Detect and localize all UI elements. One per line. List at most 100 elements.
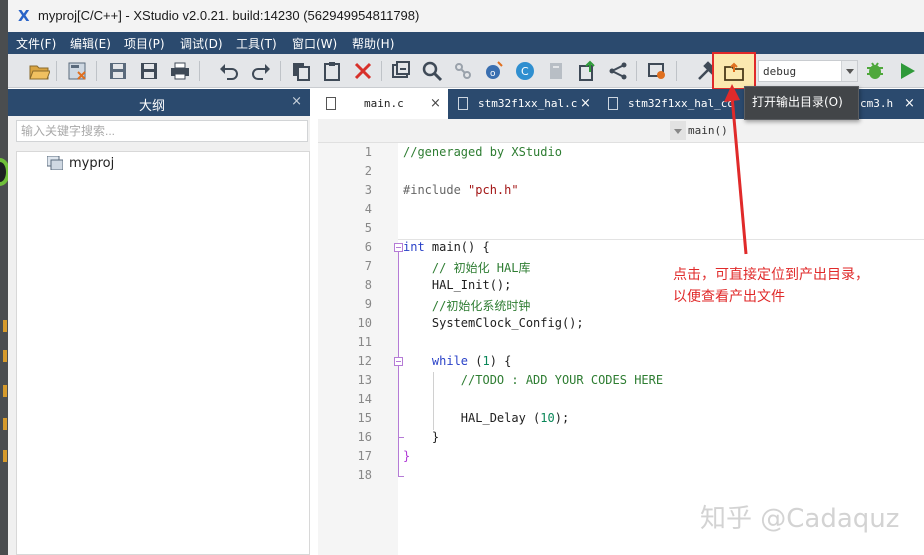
tooltip: 打开输出目录(O) (744, 86, 859, 120)
menu-tools[interactable]: 工具(T) (236, 35, 277, 52)
export-icon[interactable] (576, 60, 598, 82)
settings-icon[interactable] (646, 60, 668, 82)
delete-icon[interactable] (352, 60, 374, 82)
outline-panel: 大纲 × myproj (8, 89, 310, 555)
toolbar-separator (381, 61, 382, 81)
file-icon (326, 97, 336, 110)
line-number: 12 (357, 354, 372, 368)
toolbar-separator (280, 61, 281, 81)
fold-toggle-main[interactable] (394, 243, 403, 252)
undo-icon[interactable] (218, 60, 240, 82)
menu-file[interactable]: 文件(F) (16, 35, 56, 52)
fold-toggle-while[interactable] (394, 357, 403, 366)
menu-help[interactable]: 帮助(H) (352, 35, 394, 52)
open-folder-icon[interactable] (28, 60, 51, 82)
outline-search-field (16, 120, 308, 142)
code-editor[interactable]: 1 2 3 4 5 6 7 8 9 10 11 12 13 14 15 16 1… (318, 143, 924, 555)
menu-bar: 文件(F) 编辑(E) 项目(P) 调试(D) 工具(T) 窗口(W) 帮助(H… (8, 32, 924, 54)
line-number: 1 (364, 145, 372, 159)
tab-label: stm32f1xx_hal.c (478, 97, 578, 110)
code-line: HAL_Delay (10); (403, 411, 570, 425)
close-project-icon[interactable] (66, 60, 88, 82)
background-mark (3, 418, 7, 430)
code-line: //TODO : ADD YOUR CODES HERE (403, 373, 664, 387)
link-icon[interactable] (452, 60, 474, 82)
tree-item-label: myproj (69, 156, 115, 171)
menu-window[interactable]: 窗口(W) (292, 35, 337, 52)
annotation-text: 点击，可直接定位到产出目录， 以便查看产出文件 (673, 264, 903, 308)
menu-project[interactable]: 项目(P) (124, 35, 165, 52)
svg-text:o: o (490, 69, 496, 79)
tab-label: cm3.h (860, 97, 894, 110)
watermark: 知乎 @Cadaquz (700, 504, 900, 534)
code-line: int main() { (403, 240, 490, 254)
outline-header: 大纲 × (8, 89, 310, 116)
code-line: SystemClock_Config(); (403, 316, 584, 330)
chevron-down-icon[interactable] (670, 121, 686, 140)
save-all-icon[interactable] (138, 60, 160, 82)
code-line: } (403, 449, 411, 463)
line-number: 16 (357, 430, 372, 444)
tab-label: main.c (364, 97, 404, 110)
chevron-down-icon[interactable] (841, 61, 857, 81)
outline-tree: myproj (16, 151, 310, 555)
code-line: //初始化系统时钟 (403, 299, 531, 313)
function-selector-bar: main() (318, 119, 924, 143)
background-mark (3, 385, 7, 397)
tab-close-button[interactable]: × (430, 96, 441, 111)
fold-end-marker (398, 476, 404, 477)
line-number: 8 (364, 278, 372, 292)
file-icon (608, 97, 618, 110)
debug-bug-icon[interactable] (864, 60, 886, 82)
code-line: // 初始化 HAL库 (403, 261, 531, 275)
document-icon[interactable] (545, 60, 567, 82)
build-config-select[interactable]: debug (758, 60, 858, 82)
run-icon[interactable] (896, 60, 918, 82)
window-title: myproj[C/C++] - XStudio v2.0.21. build:1… (38, 8, 420, 23)
toolbar-separator (96, 61, 97, 81)
line-number: 7 (364, 259, 372, 273)
save-icon[interactable] (107, 60, 129, 82)
outline-close-button[interactable]: × (291, 94, 302, 109)
outline-title: 大纲 (139, 99, 166, 114)
outline-search-input[interactable] (17, 121, 307, 141)
build-config-value: debug (763, 65, 797, 78)
refresh-icon[interactable] (390, 60, 412, 82)
tab-main-c[interactable]: main.c × (318, 89, 448, 119)
menu-edit[interactable]: 编辑(E) (70, 35, 111, 52)
tab-core-cm3-h[interactable]: cm3.h × (848, 89, 924, 119)
line-number: 13 (357, 373, 372, 387)
line-number: 3 (364, 183, 372, 197)
annotation-arrow (724, 84, 748, 255)
line-number: 6 (364, 240, 372, 254)
redo-icon[interactable] (250, 60, 272, 82)
print-icon[interactable] (169, 60, 191, 82)
line-number: 15 (357, 411, 372, 425)
paste-icon[interactable] (321, 60, 343, 82)
tooltip-text: 打开输出目录(O) (752, 95, 843, 109)
share-icon[interactable] (607, 60, 629, 82)
code-line: //generaged by XStudio (403, 145, 562, 159)
annotation-line: 点击，可直接定位到产出目录， (673, 267, 869, 283)
tab-close-button[interactable]: × (904, 96, 915, 111)
line-number: 9 (364, 297, 372, 311)
copy-icon[interactable] (290, 60, 312, 82)
menu-debug[interactable]: 调试(D) (180, 35, 223, 52)
background-mark (3, 320, 7, 332)
line-number: 18 (357, 468, 372, 482)
code-line: HAL_Init(); (403, 278, 512, 292)
search-icon[interactable] (421, 60, 443, 82)
line-number: 10 (357, 316, 372, 330)
open-output-dir-icon (724, 62, 744, 81)
c-icon[interactable]: C (514, 60, 536, 82)
tab-stm32f1xx-hal-c[interactable]: stm32f1xx_hal.c × (450, 89, 598, 119)
line-number: 4 (364, 202, 372, 216)
tab-close-button[interactable]: × (580, 96, 591, 111)
toolbar-separator (199, 61, 200, 81)
line-number: 11 (357, 335, 372, 349)
background-window-strip (0, 0, 10, 555)
toolbar-separator (676, 61, 677, 81)
object-icon[interactable]: o (483, 60, 505, 82)
background-mark (3, 350, 7, 362)
project-icon (47, 156, 63, 170)
